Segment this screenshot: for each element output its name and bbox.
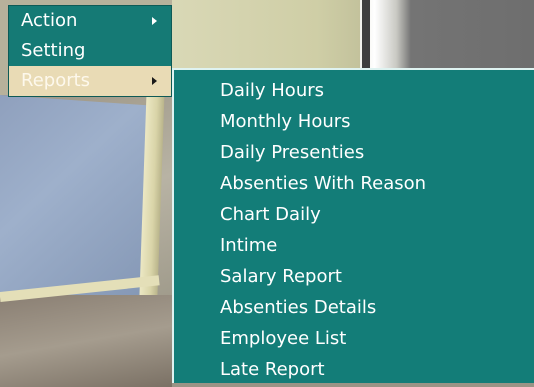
submenu-arrow-icon	[152, 17, 157, 25]
submenu-item-late-report[interactable]: Late Report	[174, 354, 534, 385]
camera-notice-board	[0, 95, 150, 306]
submenu-item-salary-report[interactable]: Salary Report	[174, 261, 534, 292]
menu-item-setting[interactable]: Setting	[9, 36, 171, 66]
main-menu: Action Setting Reports	[8, 5, 172, 97]
menu-item-label: Action	[21, 10, 78, 31]
submenu-arrow-icon	[152, 77, 157, 85]
menu-item-reports[interactable]: Reports	[9, 66, 171, 96]
camera-top-area	[172, 0, 534, 68]
submenu-item-absenties-details[interactable]: Absenties Details	[174, 292, 534, 323]
submenu-item-daily-hours[interactable]: Daily Hours	[174, 75, 534, 106]
camera-floor	[0, 295, 175, 387]
reports-submenu: Daily Hours Monthly Hours Daily Presenti…	[172, 68, 534, 383]
submenu-item-chart-daily[interactable]: Chart Daily	[174, 199, 534, 230]
menu-item-label: Setting	[21, 40, 86, 61]
submenu-item-daily-presenties[interactable]: Daily Presenties	[174, 137, 534, 168]
menu-item-label: Reports	[21, 70, 91, 91]
menu-item-action[interactable]: Action	[9, 6, 171, 36]
submenu-item-absenties-with-reason[interactable]: Absenties With Reason	[174, 168, 534, 199]
submenu-item-intime[interactable]: Intime	[174, 230, 534, 261]
submenu-item-employee-list[interactable]: Employee List	[174, 323, 534, 354]
screen: Action Setting Reports Daily Hours Month…	[0, 0, 534, 387]
submenu-item-monthly-hours[interactable]: Monthly Hours	[174, 106, 534, 137]
camera-pillar	[362, 0, 370, 68]
